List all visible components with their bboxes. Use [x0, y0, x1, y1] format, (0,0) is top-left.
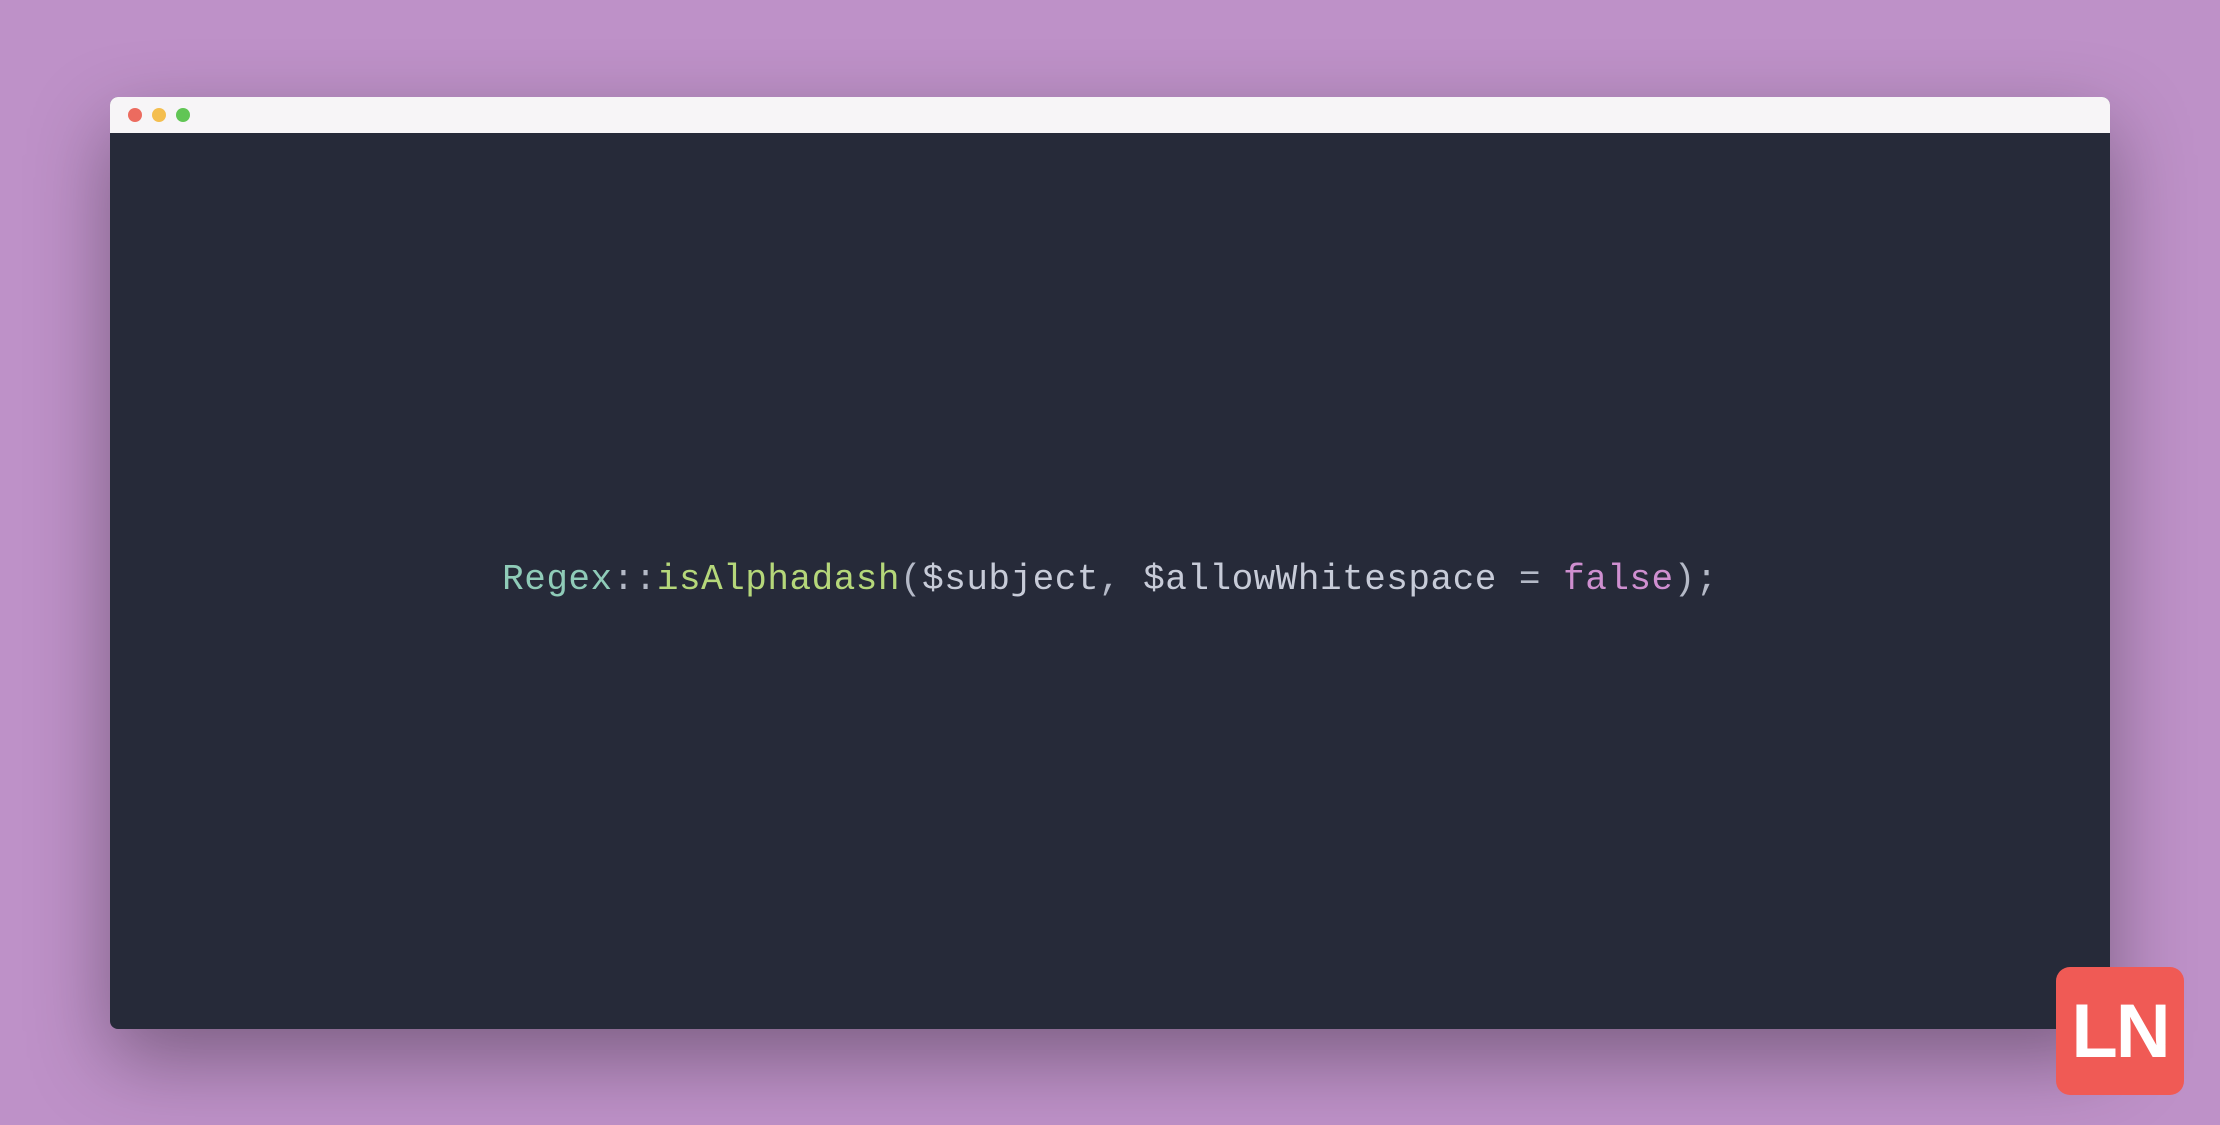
close-icon[interactable] [128, 108, 142, 122]
token-comma: , [1099, 559, 1143, 600]
token-class: Regex [502, 559, 613, 600]
window-titlebar [110, 97, 2110, 133]
token-variable-2: $allowWhitespace [1143, 559, 1497, 600]
code-window: Regex::isAlphadash($subject, $allowWhite… [110, 97, 2110, 1029]
token-semicolon: ; [1696, 559, 1718, 600]
token-open-paren: ( [900, 559, 922, 600]
token-keyword-false: false [1563, 559, 1674, 600]
logo-badge: LN [2056, 967, 2184, 1095]
code-editor: Regex::isAlphadash($subject, $allowWhite… [110, 133, 2110, 1029]
token-double-colon: :: [613, 559, 657, 600]
token-variable-1: $subject [922, 559, 1099, 600]
token-close-paren: ) [1674, 559, 1696, 600]
maximize-icon[interactable] [176, 108, 190, 122]
code-line: Regex::isAlphadash($subject, $allowWhite… [502, 555, 1718, 605]
minimize-icon[interactable] [152, 108, 166, 122]
token-method: isAlphadash [657, 559, 900, 600]
token-equals: = [1497, 559, 1563, 600]
logo-text: LN [2071, 988, 2168, 1075]
